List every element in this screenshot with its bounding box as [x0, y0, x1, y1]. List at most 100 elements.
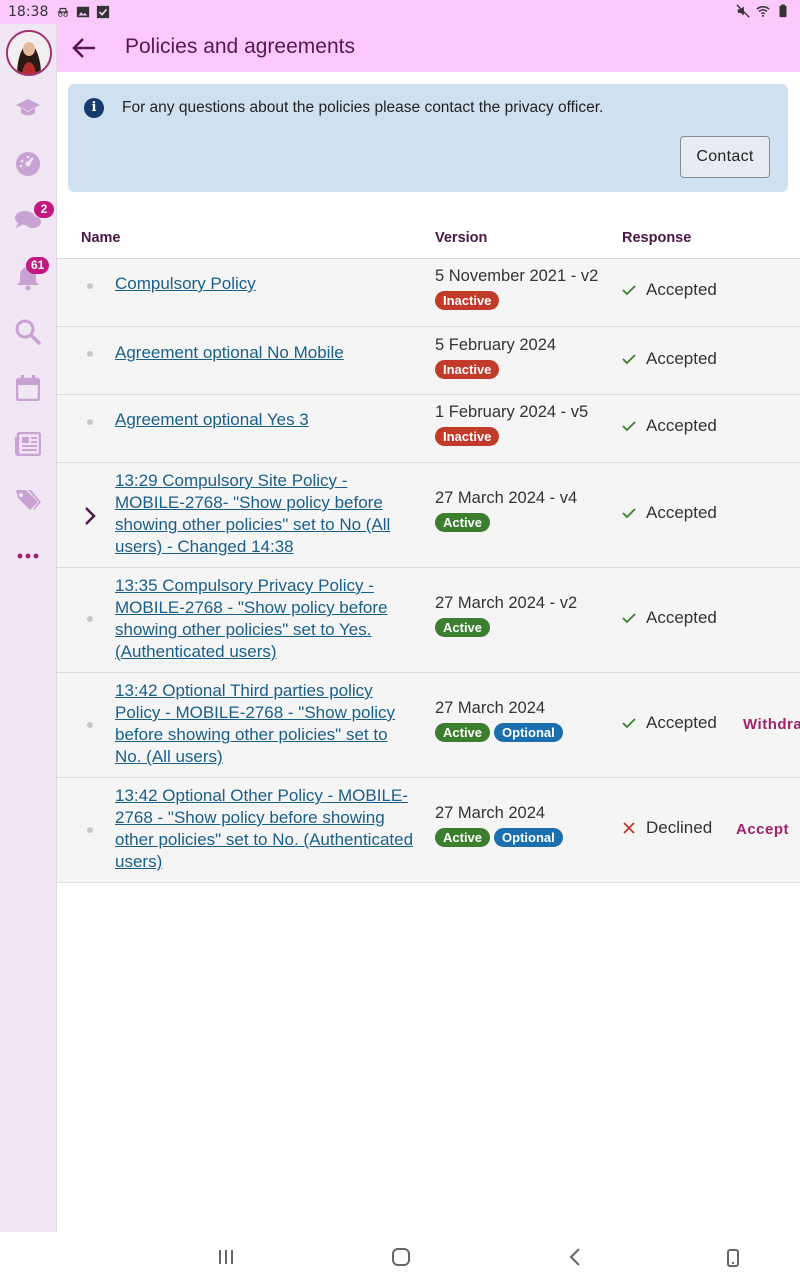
version-cell: 5 November 2021 - v2 Inactive [435, 267, 615, 310]
newspaper-icon[interactable] [14, 430, 42, 458]
row-bullet [87, 722, 93, 728]
back-arrow-icon[interactable] [71, 36, 97, 60]
contact-button[interactable]: Contact [680, 136, 770, 178]
version-text: 1 February 2024 - v5 [435, 403, 589, 421]
status-badge: Active [435, 723, 491, 742]
policy-link[interactable]: Agreement optional Yes 3 [115, 409, 415, 431]
calendar-icon[interactable] [14, 374, 42, 402]
version-cell: 5 February 2024 Inactive [435, 336, 615, 379]
tags-icon[interactable] [14, 486, 42, 514]
response-text: Accepted [646, 416, 717, 435]
status-badge: Inactive [435, 427, 500, 446]
version-cell: 27 March 2024 - v2 Active [435, 594, 615, 637]
policies-table: Name Version Response Compulsory Policy … [57, 220, 800, 883]
version-text: 5 November 2021 - v2 [435, 267, 599, 285]
back-icon[interactable] [565, 1246, 587, 1268]
more-options-icon[interactable] [14, 542, 42, 570]
messages-badge: 2 [34, 201, 54, 218]
sidebar: 2 61 [0, 24, 57, 1232]
optional-badge: Optional [494, 723, 563, 742]
response-cell: Accepted [622, 349, 717, 369]
column-header-response: Response [622, 230, 692, 246]
status-badge: Inactive [435, 291, 500, 310]
response-cell: Accepted [622, 713, 717, 733]
version-text: 27 March 2024 [435, 804, 546, 822]
policy-link[interactable]: 13:42 Optional Third parties policy Poli… [115, 680, 415, 768]
version-text: 27 March 2024 [435, 699, 546, 717]
table-row: 13:42 Optional Third parties policy Poli… [57, 673, 800, 778]
status-badge: Active [435, 828, 491, 847]
response-cell: Accepted [622, 416, 717, 436]
check-icon [622, 354, 636, 365]
response-text: Accepted [646, 349, 717, 368]
status-badge: Active [435, 513, 491, 532]
response-text: Accepted [646, 503, 717, 522]
table-row: 13:42 Optional Other Policy - MOBILE-276… [57, 778, 800, 883]
row-bullet [87, 827, 93, 833]
response-cell: Declined [622, 818, 712, 838]
incognito-icon [58, 7, 69, 17]
response-text: Declined [646, 818, 713, 837]
column-header-version: Version [435, 230, 488, 246]
check-icon [622, 508, 636, 519]
system-navigation-bar [0, 1232, 800, 1280]
policy-link[interactable]: 13:42 Optional Other Policy - MOBILE-276… [115, 785, 415, 873]
withdraw-button[interactable]: Withdra [743, 716, 800, 733]
policy-link[interactable]: Compulsory Policy [115, 273, 415, 295]
dashboard-gauge-icon[interactable] [14, 150, 42, 178]
response-cell: Accepted [622, 280, 717, 300]
version-text: 27 March 2024 - v2 [435, 594, 578, 612]
row-bullet [87, 616, 93, 622]
policy-link[interactable]: Agreement optional No Mobile [115, 342, 415, 364]
battery-icon [779, 4, 787, 18]
table-row: Agreement optional Yes 3 1 February 2024… [57, 395, 800, 463]
image-icon [77, 6, 90, 18]
version-cell: 1 February 2024 - v5 Inactive [435, 403, 615, 446]
table-row: Agreement optional No Mobile 5 February … [57, 327, 800, 395]
table-row: Compulsory Policy 5 November 2021 - v2 I… [57, 259, 800, 327]
rotate-screen-icon[interactable] [722, 1246, 744, 1268]
checkbox-icon [97, 5, 110, 19]
response-text: Accepted [646, 713, 717, 732]
version-cell: 27 March 2024 Active Optional [435, 699, 615, 742]
search-icon[interactable] [14, 318, 42, 346]
row-bullet [87, 351, 93, 357]
row-bullet [87, 283, 93, 289]
notifications-badge: 61 [26, 257, 50, 274]
check-icon [622, 613, 636, 624]
info-text: For any questions about the policies ple… [122, 99, 604, 116]
user-avatar-icon [8, 32, 50, 74]
response-cell: Accepted [622, 503, 717, 523]
info-icon: i [84, 98, 104, 118]
info-notice: i For any questions about the policies p… [68, 84, 788, 192]
accept-button[interactable]: Accept [736, 821, 789, 838]
check-icon [622, 285, 636, 296]
home-icon[interactable] [390, 1246, 412, 1268]
mute-icon [736, 4, 750, 18]
avatar[interactable] [6, 30, 52, 76]
graduation-cap-icon[interactable] [14, 94, 42, 122]
status-badge: Inactive [435, 360, 500, 379]
version-text: 5 February 2024 [435, 336, 557, 354]
table-header: Name Version Response [57, 220, 800, 259]
page-title: Policies and agreements [125, 35, 355, 58]
policy-link[interactable]: 13:29 Compulsory Site Policy - MOBILE-27… [115, 470, 415, 558]
table-row: 13:35 Compulsory Privacy Policy - MOBILE… [57, 568, 800, 673]
column-header-name: Name [81, 230, 121, 246]
optional-badge: Optional [494, 828, 563, 847]
row-bullet [87, 419, 93, 425]
response-text: Accepted [646, 280, 717, 299]
status-time: 18:38 [8, 4, 49, 20]
chevron-right-icon[interactable] [83, 506, 97, 526]
status-bar: 18:38 [0, 0, 800, 24]
version-cell: 27 March 2024 - v4 Active [435, 489, 615, 532]
wifi-icon [756, 6, 770, 17]
version-text: 27 March 2024 - v4 [435, 489, 578, 507]
check-icon [622, 718, 636, 729]
close-x-icon [623, 822, 635, 834]
response-cell: Accepted [622, 608, 717, 628]
recent-apps-icon[interactable] [215, 1246, 237, 1268]
policy-link[interactable]: 13:35 Compulsory Privacy Policy - MOBILE… [115, 575, 415, 663]
version-cell: 27 March 2024 Active Optional [435, 804, 615, 847]
app-header: Policies and agreements [57, 24, 800, 72]
